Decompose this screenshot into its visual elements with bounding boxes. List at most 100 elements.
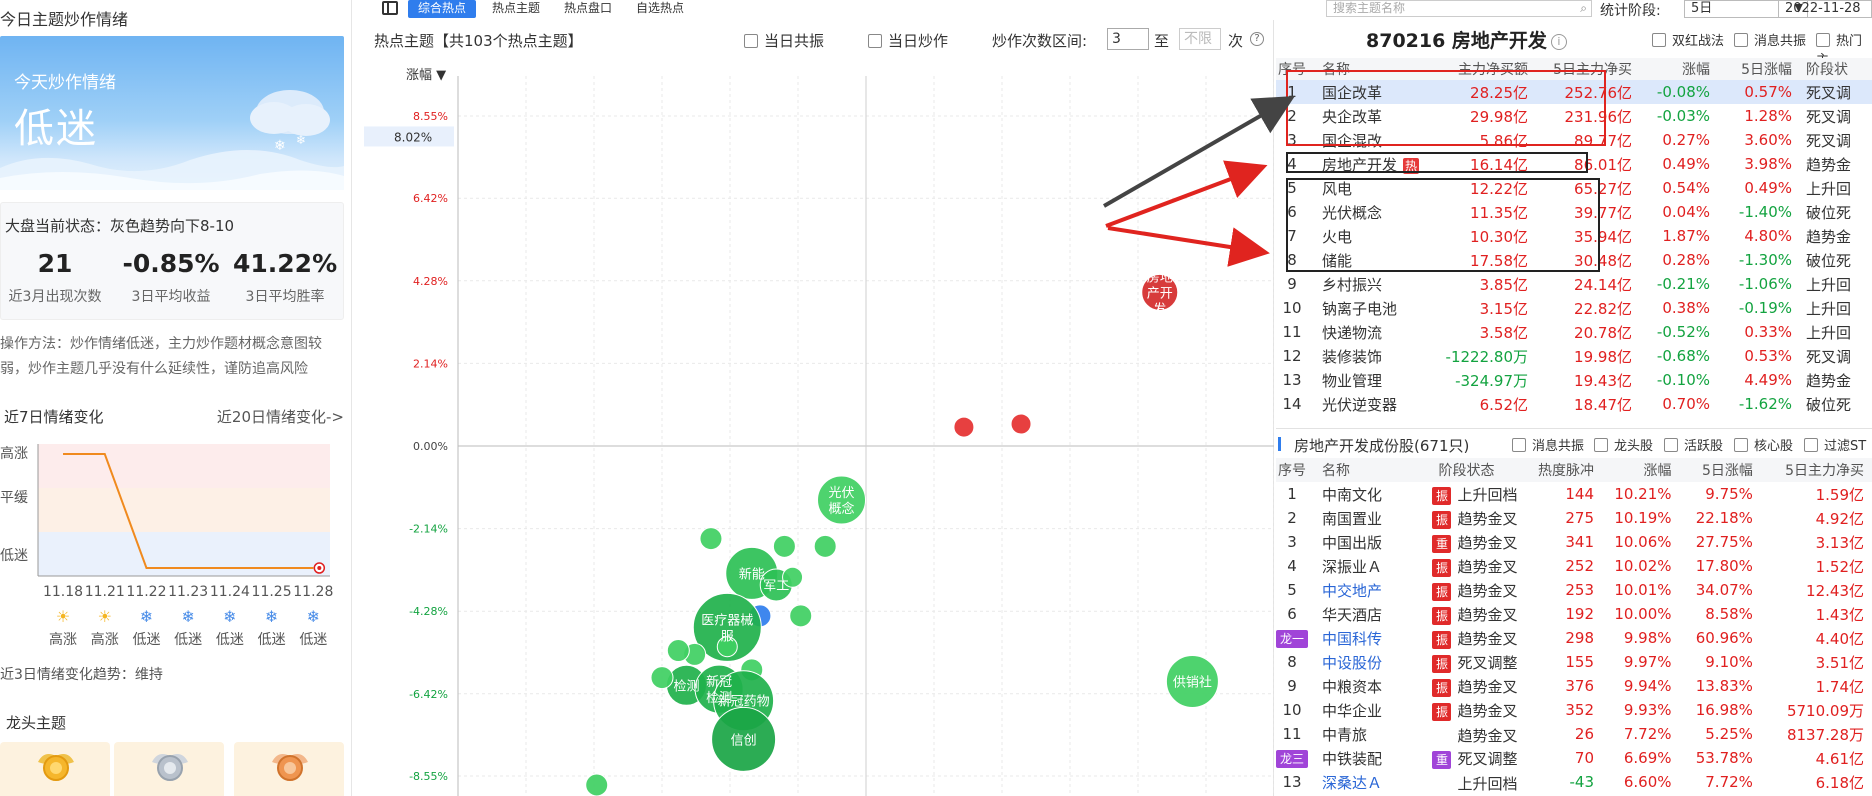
stock-name[interactable]: 中国科传 <box>1316 626 1432 650</box>
bubble-circle[interactable] <box>789 604 813 628</box>
theme-bubble[interactable] <box>699 527 723 551</box>
theme-bubble[interactable] <box>1010 413 1032 435</box>
stock-name[interactable]: 中设股份 <box>1316 650 1432 674</box>
panel-toggle-icon[interactable] <box>382 1 398 15</box>
leader-stock-filter[interactable]: 龙头股 <box>1594 435 1653 454</box>
col-header[interactable]: 5日主力净买 <box>1760 458 1872 482</box>
double-red-checkbox[interactable]: 双红战法 <box>1652 30 1724 49</box>
col-header[interactable]: 5日涨幅 <box>1679 458 1761 482</box>
bubble-circle[interactable] <box>666 639 690 663</box>
checkbox-box[interactable] <box>868 34 882 48</box>
change-5d-text: 4.49% <box>1744 371 1792 389</box>
theme-bubble[interactable] <box>666 639 690 663</box>
table-row[interactable]: 9 乡村振兴 3.85亿 24.14亿 -0.21% -1.06% 上升回 <box>1276 272 1872 296</box>
news-resonance-filter[interactable]: 消息共振 <box>1512 435 1584 454</box>
table-row[interactable]: 9 中粮资本 振趋势金叉 376 9.94% 13.83% 1.74亿 <box>1276 674 1872 698</box>
stock-name[interactable]: 中南文化 <box>1316 482 1432 506</box>
bubble-circle[interactable] <box>650 666 674 690</box>
checkbox-box[interactable] <box>744 34 758 48</box>
theme-bubble[interactable] <box>789 604 813 628</box>
table-row[interactable]: 4 深振业Ａ 振趋势金叉 252 10.02% 17.80% 1.52亿 <box>1276 554 1872 578</box>
stock-name[interactable]: 中青旅 <box>1316 722 1432 746</box>
bubble-circle[interactable] <box>1010 413 1032 435</box>
table-row[interactable]: 11 快递物流 3.58亿 20.78亿 -0.52% 0.33% 上升回 <box>1276 320 1872 344</box>
table-row[interactable]: 龙三 中铁装配 重死叉调整 70 6.69% 53.78% 4.61亿 <box>1276 746 1872 770</box>
core-stock-filter[interactable]: 核心股 <box>1734 435 1793 454</box>
tab-comprehensive-hot[interactable]: 综合热点 <box>408 0 477 18</box>
col-header[interactable]: 阶段状态 <box>1432 458 1526 482</box>
bubble-circle[interactable] <box>813 534 837 558</box>
col-header[interactable]: 热度脉冲 <box>1525 458 1602 482</box>
change-5d-text: 3.98% <box>1744 155 1792 173</box>
silver-medal-card[interactable] <box>114 742 224 796</box>
bubble-circle[interactable] <box>772 534 796 558</box>
range-from-input[interactable]: 3 <box>1107 28 1149 50</box>
table-row[interactable]: 2 南国置业 振趋势金叉 275 10.19% 22.18% 4.92亿 <box>1276 506 1872 530</box>
col-header[interactable]: 序号 <box>1276 458 1317 482</box>
filter-st-checkbox[interactable]: 过滤ST <box>1804 435 1866 454</box>
bronze-medal-card[interactable] <box>234 742 344 796</box>
stock-name[interactable]: 中国出版 <box>1316 530 1432 554</box>
table-row[interactable]: 5 中交地产 振趋势金叉 253 10.01% 34.07% 12.43亿 <box>1276 578 1872 602</box>
resonance-checkbox[interactable]: 当日共振 <box>744 30 824 51</box>
stock-name[interactable]: 中铁装配 <box>1316 746 1432 770</box>
heat-pulse: 298 <box>1525 626 1602 650</box>
tab-hot-orders[interactable]: 热点盘口 <box>554 0 622 18</box>
active-stock-filter[interactable]: 活跃股 <box>1664 435 1723 454</box>
table-row[interactable]: 10 中华企业 振趋势金叉 352 9.93% 16.98% 5710.09万 <box>1276 698 1872 722</box>
col-header[interactable]: 涨幅 <box>1640 58 1718 80</box>
signal-badge: 振 <box>1432 630 1452 649</box>
theme-bubble[interactable] <box>772 534 796 558</box>
col-header[interactable]: 涨幅 <box>1602 458 1680 482</box>
date-input[interactable]: 2022-11-28 <box>1778 0 1872 18</box>
table-row[interactable]: 10 钠离子电池 3.15亿 22.82亿 0.38% -0.19% 上升回 <box>1276 296 1872 320</box>
bubble-circle[interactable] <box>585 773 609 796</box>
news-resonance-checkbox[interactable]: 消息共振 <box>1734 30 1806 49</box>
table-row[interactable]: 6 华天酒店 振趋势金叉 192 10.00% 8.58% 1.43亿 <box>1276 602 1872 626</box>
stock-name[interactable]: 中华企业 <box>1316 698 1432 722</box>
tab-watchlist-hot[interactable]: 自选热点 <box>626 0 694 18</box>
theme-bubble[interactable] <box>953 416 975 438</box>
theme-bubble[interactable] <box>650 666 674 690</box>
table-row[interactable]: 8 中设股份 振死叉调整 155 9.97% 9.10% 3.51亿 <box>1276 650 1872 674</box>
stock-name[interactable]: 中交地产 <box>1316 578 1432 602</box>
checkbox-box[interactable] <box>1594 438 1608 452</box>
hype-checkbox[interactable]: 当日炒作 <box>868 30 948 51</box>
range-to-input[interactable]: 不限 <box>1179 28 1221 50</box>
table-row[interactable]: 13 深桑达Ａ 上升回档 -43 6.60% 7.72% 6.18亿 <box>1276 770 1872 794</box>
col-header[interactable]: 5日涨幅 <box>1718 58 1800 80</box>
search-input[interactable]: 搜索主题名称 ⌕ <box>1326 0 1592 17</box>
table-row[interactable]: 14 光伏逆变器 6.52亿 18.47亿 0.70% -1.62% 破位死 <box>1276 392 1872 416</box>
col-header[interactable]: 阶段状 <box>1800 58 1872 80</box>
trend-20d-link[interactable]: 近20日情绪变化-> <box>217 406 344 427</box>
table-row[interactable]: 1 中南文化 振上升回档 144 10.21% 9.75% 1.59亿 <box>1276 482 1872 506</box>
bubble-circle[interactable] <box>953 416 975 438</box>
stock-name[interactable]: 中粮资本 <box>1316 674 1432 698</box>
checkbox-box[interactable] <box>1512 438 1526 452</box>
checkbox-box[interactable] <box>1652 33 1666 47</box>
tab-hot-themes[interactable]: 热点主题 <box>482 0 550 18</box>
bubble-circle[interactable] <box>699 527 723 551</box>
checkbox-box[interactable] <box>1816 33 1830 47</box>
checkbox-box[interactable] <box>1664 438 1678 452</box>
table-row[interactable]: 3 中国出版 重趋势金叉 341 10.06% 27.75% 3.13亿 <box>1276 530 1872 554</box>
table-row[interactable]: 12 装修装饰 -1222.80万 19.98亿 -0.68% 0.53% 死叉调 <box>1276 344 1872 368</box>
search-icon[interactable]: ⌕ <box>1580 1 1587 16</box>
stock-name[interactable]: 南国置业 <box>1316 506 1432 530</box>
checkbox-box[interactable] <box>1734 33 1748 47</box>
gold-medal-card[interactable] <box>0 742 110 796</box>
table-row[interactable]: 11 中青旅 趋势金叉 26 7.72% 5.25% 8137.28万 <box>1276 722 1872 746</box>
stock-name[interactable]: 华天酒店 <box>1316 602 1432 626</box>
theme-bubble[interactable] <box>585 773 609 796</box>
col-header[interactable]: 名称 <box>1316 458 1433 482</box>
table-row[interactable]: 龙一 中国科传 振趋势金叉 298 9.98% 60.96% 4.40亿 <box>1276 626 1872 650</box>
stock-name[interactable]: 深桑达Ａ <box>1316 770 1432 794</box>
table-row[interactable]: 13 物业管理 -324.97万 19.43亿 -0.10% 4.49% 趋势金 <box>1276 368 1872 392</box>
info-icon[interactable]: i <box>1550 34 1567 50</box>
stock-name-text: 中青旅 <box>1322 725 1368 744</box>
stock-name[interactable]: 深振业Ａ <box>1316 554 1432 578</box>
theme-bubble[interactable] <box>813 534 837 558</box>
help-icon[interactable]: ? <box>1250 32 1264 46</box>
checkbox-box[interactable] <box>1734 438 1748 452</box>
checkbox-box[interactable] <box>1804 438 1818 452</box>
